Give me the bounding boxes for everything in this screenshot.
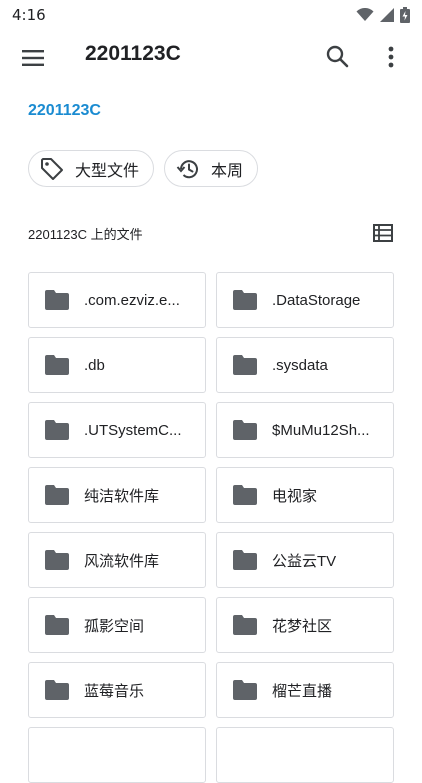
folder-icon xyxy=(45,485,69,505)
folder-name: 风流软件库 xyxy=(84,552,160,570)
folder-icon xyxy=(45,355,69,375)
search-icon[interactable] xyxy=(323,42,353,72)
folder-name: .com.ezviz.e... xyxy=(84,291,180,309)
folder-icon xyxy=(233,485,257,505)
folder-tile[interactable]: .DataStorage xyxy=(216,272,394,328)
battery-icon xyxy=(400,7,410,23)
folder-icon xyxy=(45,615,69,635)
section-title: 2201123C 上的文件 xyxy=(28,226,143,242)
folder-name: .db xyxy=(84,356,105,374)
folder-name: 孤影空间 xyxy=(84,617,145,635)
folder-tile[interactable]: .com.ezviz.e... xyxy=(28,272,206,328)
menu-icon[interactable] xyxy=(20,44,48,72)
folder-tile[interactable]: 风流软件库 xyxy=(28,532,206,588)
folder-name: 榴芒直播 xyxy=(272,682,333,700)
app-bar: 2201123C xyxy=(0,30,422,86)
folder-icon xyxy=(45,290,69,310)
history-icon xyxy=(176,159,199,178)
filter-chips: 大型文件 本周 xyxy=(28,150,259,187)
filter-chip-label: 本周 xyxy=(211,162,244,180)
more-options-icon[interactable] xyxy=(380,42,402,72)
signal-icon xyxy=(380,8,394,22)
folder-name: 蓝莓音乐 xyxy=(84,682,145,700)
status-time: 4:16 xyxy=(12,6,46,24)
folder-icon xyxy=(233,680,257,700)
folder-tile-partial[interactable] xyxy=(28,727,206,783)
filter-chip-large-files[interactable]: 大型文件 xyxy=(28,150,155,187)
folder-icon xyxy=(45,420,69,440)
folder-tile[interactable]: 蓝莓音乐 xyxy=(28,662,206,718)
filter-chip-label: 大型文件 xyxy=(75,162,140,180)
folder-name: 电视家 xyxy=(272,487,318,505)
page-title: 2201123C xyxy=(85,42,181,65)
folder-tile[interactable]: 花梦社区 xyxy=(216,597,394,653)
folder-name: .DataStorage xyxy=(272,291,361,309)
folder-name: .UTSystemC... xyxy=(84,421,182,439)
folder-tile[interactable]: .db xyxy=(28,337,206,393)
folder-tile[interactable]: 孤影空间 xyxy=(28,597,206,653)
folder-name: $MuMu12Sh... xyxy=(272,421,370,439)
folder-tile[interactable]: 纯洁软件库 xyxy=(28,467,206,523)
section-header: 2201123C 上的文件 xyxy=(28,222,394,244)
folder-icon xyxy=(233,290,257,310)
folder-icon xyxy=(233,550,257,570)
folder-icon xyxy=(45,550,69,570)
wifi-icon xyxy=(356,8,374,21)
tag-icon xyxy=(41,157,63,180)
folder-name: .sysdata xyxy=(272,356,328,374)
breadcrumb[interactable]: 2201123C xyxy=(28,102,101,120)
folder-tile[interactable]: $MuMu12Sh... xyxy=(216,402,394,458)
folder-name: 公益云TV xyxy=(272,552,337,570)
folder-tile[interactable]: 电视家 xyxy=(216,467,394,523)
folder-icon xyxy=(233,615,257,635)
folder-icon xyxy=(233,355,257,375)
filter-chip-this-week[interactable]: 本周 xyxy=(164,150,259,187)
status-icons xyxy=(356,7,410,23)
folder-name: 纯洁软件库 xyxy=(84,487,160,505)
folder-tile[interactable]: 公益云TV xyxy=(216,532,394,588)
list-view-icon[interactable] xyxy=(372,222,394,244)
folder-icon xyxy=(233,420,257,440)
folder-tile[interactable]: .UTSystemC... xyxy=(28,402,206,458)
folder-tile-partial[interactable] xyxy=(216,727,394,783)
folder-tile[interactable]: 榴芒直播 xyxy=(216,662,394,718)
folder-icon xyxy=(45,680,69,700)
folder-grid: .com.ezviz.e... .DataStorage .db .sysdat… xyxy=(28,272,394,783)
folder-tile[interactable]: .sysdata xyxy=(216,337,394,393)
folder-name: 花梦社区 xyxy=(272,617,333,635)
status-bar: 4:16 xyxy=(0,0,422,30)
